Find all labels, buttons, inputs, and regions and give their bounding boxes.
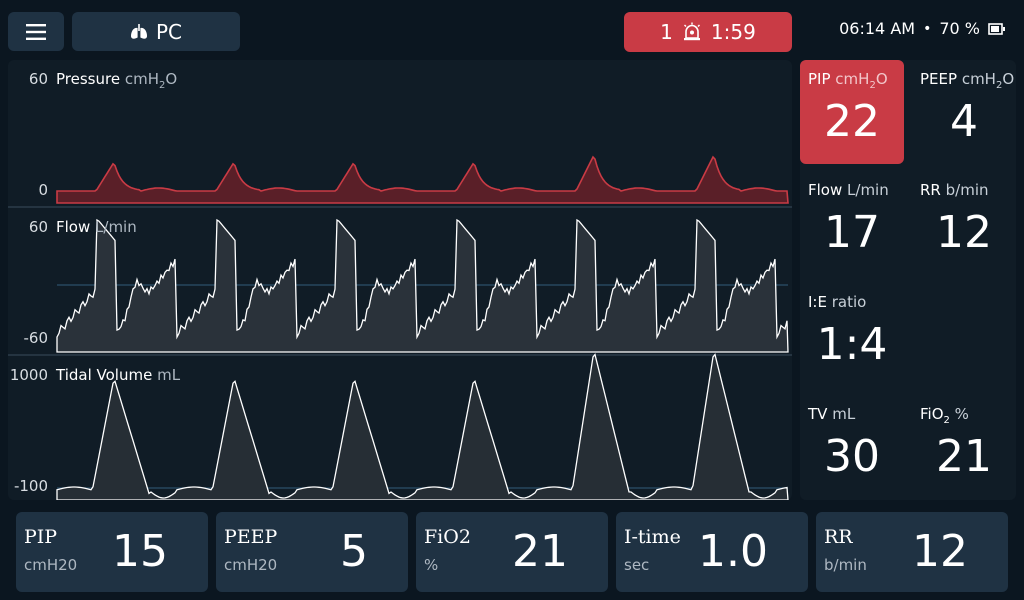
flow-axis-max: 60 [28,218,48,236]
setting-i-time[interactable]: I-time sec 1.0 [616,512,808,592]
pressure-waveform [56,155,789,204]
reading-ie-ratio: I:E ratio 1:4 [800,283,904,387]
reading-flow-value: 17 [824,207,880,258]
setting-pip-value: 15 [112,526,168,577]
setting-rr[interactable]: RR b/min 12 [816,512,1008,592]
setting-fio2-value: 21 [512,526,568,577]
reading-pip-value: 22 [824,96,880,147]
setting-fio2[interactable]: FiO2 % 21 [416,512,608,592]
setting-pip[interactable]: PIP cmH20 15 [16,512,208,592]
pressure-axis-max: 60 [28,70,48,88]
alarm-count: 1 [660,20,673,44]
reading-ie-value: 1:4 [816,319,888,370]
volume-title: Tidal Volume mL [56,366,181,384]
pressure-unit: cmH2O [124,70,178,91]
mode-button[interactable]: PC [72,12,240,51]
menu-button[interactable] [8,12,64,51]
hamburger-icon [26,23,46,40]
flow-axis-min: -60 [23,329,49,347]
reading-rr-value: 12 [936,207,992,258]
pressure-title: Pressure cmH2O [56,70,177,91]
lungs-icon [130,23,147,39]
reading-fio2: FiO2 % 21 [912,395,1016,499]
battery-percent: 70 % [939,19,980,38]
status-separator: • [923,20,932,37]
reading-fio2-value: 21 [936,431,992,482]
status-area: 06:14 AM • 70 % [839,19,1006,38]
setting-i-time-value: 1.0 [698,526,768,577]
waveform-canvas [8,155,792,500]
volume-axis-max: 1000 [9,366,48,384]
readings-panel: PIP cmH2O 22 PEEP cmH2O 4 Flow L/min 17 … [800,60,1016,500]
reading-pip: PIP cmH2O 22 [800,60,904,164]
flow-waveform [56,218,789,353]
alarm-bell-icon [683,22,700,41]
volume-axis-min: -100 [13,477,48,495]
setting-peep[interactable]: PEEP cmH20 5 [216,512,408,592]
setting-peep-value: 5 [340,526,368,577]
battery-icon [988,22,1005,35]
reading-rr: RR b/min 12 [912,171,1016,275]
setting-rr-value: 12 [912,526,968,577]
mode-label: PC [155,19,183,44]
reading-peep-value: 4 [950,96,978,147]
reading-tv: TV mL 30 [800,395,904,499]
alarm-timer: 1:59 [710,20,756,44]
waveform-panel: 60 0 Pressure cmH2O 60 -60 Flow L/min 10… [8,60,792,500]
alarm-indicator[interactable]: 1 1:59 [624,12,792,52]
pressure-title-text: Pressure [56,70,121,88]
pressure-axis-min: 0 [38,181,48,199]
clock-time: 06:14 AM [839,19,916,38]
reading-tv-value: 30 [824,431,880,482]
flow-title: Flow L/min [56,218,137,236]
reading-flow: Flow L/min 17 [800,171,904,275]
reading-peep: PEEP cmH2O 4 [912,60,1016,164]
